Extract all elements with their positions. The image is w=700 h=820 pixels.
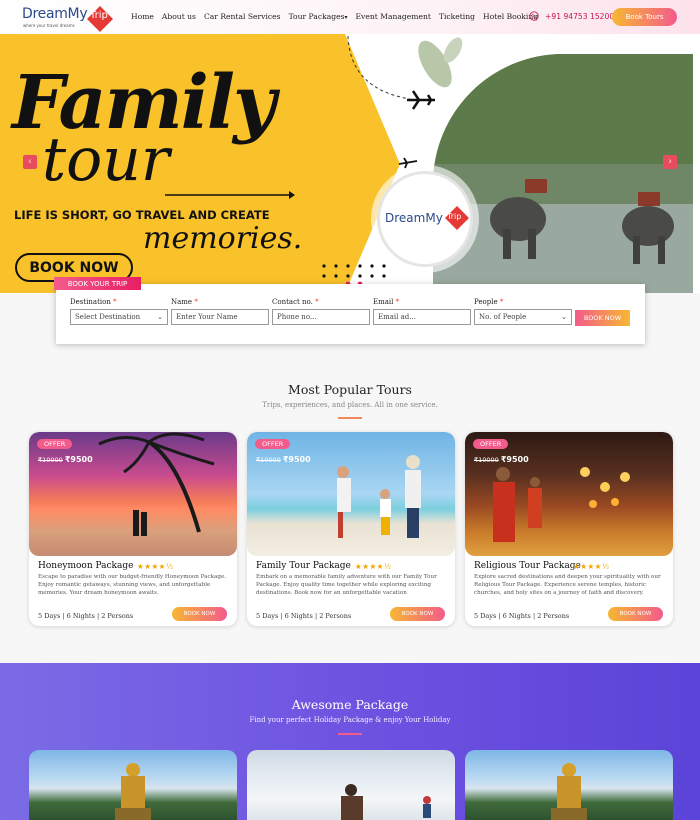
book-your-trip-badge: BOOK YOUR TRIP — [54, 277, 141, 290]
caret-down-icon: ▾ — [344, 14, 348, 21]
nav-tour-packages[interactable]: Tour Packages▾ — [289, 12, 348, 21]
name-label: Name * — [171, 298, 198, 306]
card-meta: 5 Days | 6 Nights | 2 Persons — [256, 612, 352, 620]
hero-elephant-photo — [433, 54, 693, 293]
price-tag: ₹10000 ₹9500 — [474, 455, 529, 464]
nav-car-rental[interactable]: Car Rental Services — [204, 12, 281, 21]
hero-logo-text: DreamMy — [385, 211, 443, 225]
phone-contact[interactable]: +91 94753 15200 — [529, 11, 614, 21]
card-description: Explore sacred destinations and deepen y… — [474, 574, 661, 597]
rating-stars: ★★★★½ — [137, 562, 174, 571]
card-meta: 5 Days | 6 Nights | 2 Persons — [474, 612, 570, 620]
hero-circle-logo: DreamMy Trip — [377, 171, 473, 267]
popular-underline — [338, 417, 362, 419]
popular-subtitle: Trips, experiences, and places. All in o… — [262, 401, 438, 409]
awesome-subtitle: Find your perfect Holiday Package & enjo… — [249, 716, 451, 724]
package-card-buddha-2[interactable] — [465, 750, 673, 820]
nav-tour-packages-label: Tour Packages — [288, 12, 345, 21]
phone-number: +91 94753 15200 — [545, 11, 615, 21]
tour-card-honeymoon[interactable]: OFFER ₹10000 ₹9500 Honeymoon Package ★★★★… — [29, 432, 237, 626]
nav-home[interactable]: Home — [131, 12, 154, 21]
chevron-down-icon: ⌄ — [157, 313, 163, 321]
elephant-scene-icon — [433, 54, 693, 293]
hero-prev-arrow[interactable]: ‹ — [23, 155, 37, 169]
buddha-statue-icon — [115, 763, 151, 820]
people-field: People * No. of People ⌄ — [474, 298, 572, 325]
awesome-underline — [338, 733, 362, 735]
email-input[interactable]: Email ad... — [373, 309, 471, 325]
hero-arrow-line — [165, 191, 295, 199]
chevron-right-icon: › — [668, 157, 672, 167]
hero-tagline: LIFE IS SHORT, GO TRAVEL AND CREATE — [14, 208, 270, 222]
hero-banner: Family tour LIFE IS SHORT, GO TRAVEL AND… — [0, 34, 700, 293]
destination-label: Destination * — [70, 298, 117, 306]
site-logo[interactable]: DreamMy Trip where your travel dreams — [22, 6, 118, 32]
rating-stars: ★★★★½ — [355, 562, 392, 571]
hero-next-arrow[interactable]: › — [663, 155, 677, 169]
offer-badge: OFFER — [473, 439, 509, 449]
card-meta: 5 Days | 6 Nights | 2 Persons — [38, 612, 134, 620]
offer-badge: OFFER — [37, 439, 73, 449]
destination-select[interactable]: Select Destination ⌄ — [70, 309, 168, 325]
email-label: Email * — [373, 298, 400, 306]
chevron-left-icon: ‹ — [28, 157, 32, 167]
people-label: People * — [474, 298, 504, 306]
people-select[interactable]: No. of People ⌄ — [474, 309, 572, 325]
name-input[interactable]: Enter Your Name — [171, 309, 269, 325]
tour-card-family[interactable]: OFFER ₹10000 ₹9500 Family Tour Package ★★… — [247, 432, 455, 626]
logo-trip-text: Trip — [90, 10, 108, 21]
chevron-down-icon: ⌄ — [561, 313, 567, 321]
aarti-people-icon — [493, 467, 630, 542]
tour-card-religious[interactable]: OFFER ₹10000 ₹9500 Religious Tour Package… — [465, 432, 673, 626]
site-header: DreamMy Trip where your travel dreams Ho… — [0, 0, 700, 34]
destination-field: Destination * Select Destination ⌄ — [70, 298, 168, 325]
card-book-now-button[interactable]: BOOK NOW — [608, 607, 663, 621]
main-nav: Home About us Car Rental Services Tour P… — [131, 12, 538, 21]
dashed-flight-path — [347, 35, 411, 100]
small-airplane-icon — [398, 157, 418, 169]
nav-about[interactable]: About us — [162, 12, 196, 21]
contact-input[interactable]: Phone no... — [272, 309, 370, 325]
form-book-now-button[interactable]: BOOK NOW — [575, 310, 630, 326]
email-field: Email * Email ad... — [373, 298, 471, 325]
price-tag: ₹10000 ₹9500 — [256, 455, 311, 464]
card-book-now-button[interactable]: BOOK NOW — [172, 607, 227, 621]
card-title: Honeymoon Package — [38, 561, 134, 571]
card-title: Family Tour Package — [256, 561, 351, 571]
package-card-snow[interactable] — [247, 750, 455, 820]
snow-hikers-icon — [341, 784, 431, 820]
booking-form: Destination * Select Destination ⌄ Name *… — [56, 284, 645, 344]
offer-badge: OFFER — [255, 439, 291, 449]
logo-text: DreamMy — [22, 6, 88, 22]
popular-title: Most Popular Tours — [288, 382, 412, 397]
awesome-title: Awesome Package — [291, 697, 409, 712]
book-tours-button[interactable]: Book Tours — [612, 8, 677, 26]
hero-logo-trip-text: Trip — [447, 212, 462, 221]
logo-tagline: where your travel dreams — [23, 23, 75, 28]
phone-icon — [529, 11, 539, 21]
hero-tagline-memories: memories. — [143, 221, 303, 256]
nav-ticketing[interactable]: Ticketing — [439, 12, 475, 21]
name-field: Name * Enter Your Name — [171, 298, 269, 325]
rating-stars: ★★★★½ — [573, 562, 610, 571]
buddha-statue-icon — [551, 763, 587, 820]
package-card-buddha-1[interactable] — [29, 750, 237, 820]
hero-title-tour: tour — [42, 125, 170, 195]
card-description: Embark on a memorable family adventure w… — [256, 574, 437, 597]
card-description: Escape to paradise with our budget-frien… — [38, 574, 227, 597]
contact-field: Contact no. * Phone no... — [272, 298, 370, 325]
family-people-icon — [337, 455, 421, 538]
contact-label: Contact no. * — [272, 298, 319, 306]
palm-tree-icon — [98, 432, 215, 536]
nav-event-management[interactable]: Event Management — [356, 12, 431, 21]
card-book-now-button[interactable]: BOOK NOW — [390, 607, 445, 621]
card-title: Religious Tour Package — [474, 561, 581, 571]
price-tag: ₹10000 ₹9500 — [38, 455, 93, 464]
